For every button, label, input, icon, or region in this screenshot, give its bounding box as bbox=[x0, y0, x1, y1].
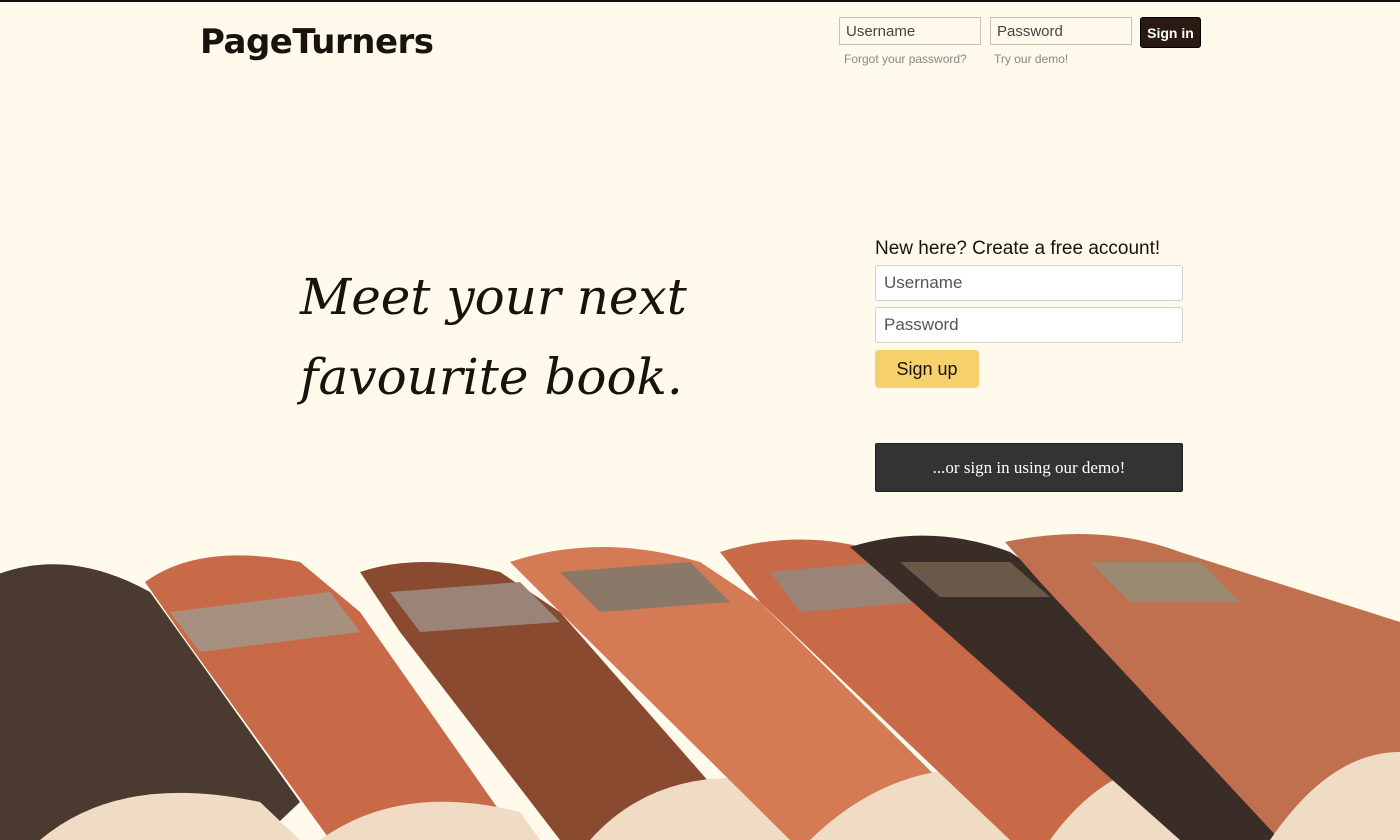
header-username-input[interactable] bbox=[839, 17, 981, 45]
header-password-input[interactable] bbox=[990, 17, 1132, 45]
tagline-line-2: favourite book. bbox=[300, 337, 720, 417]
sign-in-button[interactable]: Sign in bbox=[1140, 17, 1201, 48]
signup-password-input[interactable] bbox=[875, 307, 1183, 343]
hero-tagline: Meet your next favourite book. bbox=[300, 257, 720, 417]
signup-title: New here? Create a free account! bbox=[875, 238, 1160, 260]
demo-sign-in-button[interactable]: ...or sign in using our demo! bbox=[875, 443, 1183, 492]
try-demo-link[interactable]: Try our demo! bbox=[994, 52, 1068, 66]
sign-up-button[interactable]: Sign up bbox=[875, 350, 979, 388]
logo: PageTurners bbox=[200, 22, 434, 62]
signup-username-input[interactable] bbox=[875, 265, 1183, 301]
tagline-line-1: Meet your next bbox=[300, 257, 720, 337]
books-image bbox=[0, 522, 1400, 840]
forgot-password-link[interactable]: Forgot your password? bbox=[844, 52, 967, 66]
